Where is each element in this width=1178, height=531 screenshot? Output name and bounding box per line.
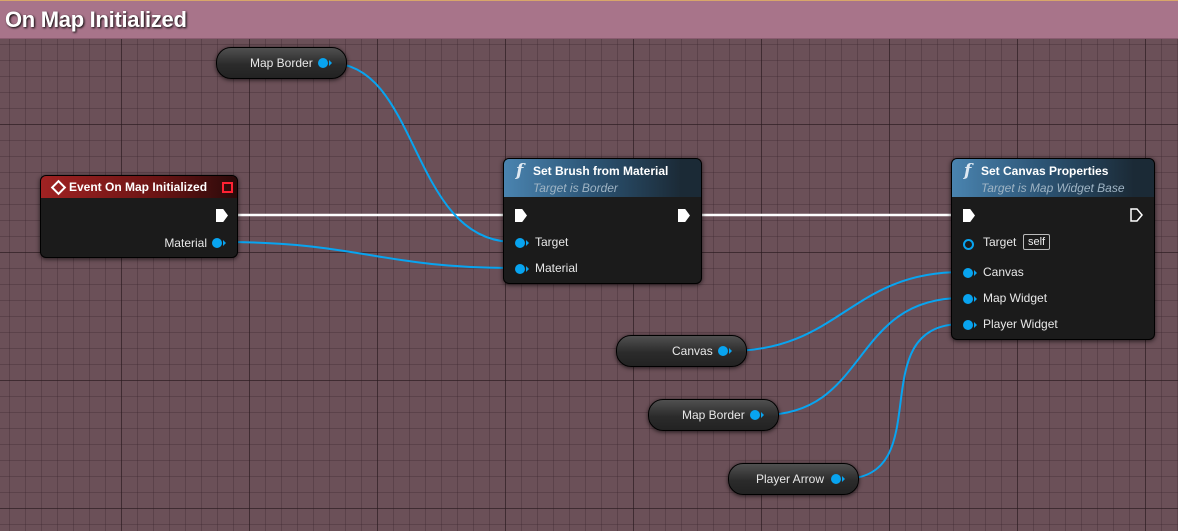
player-arrow-variable-node[interactable]: Player Arrow [728,463,859,495]
wire-mapborder-to-mapwidget[interactable] [761,297,963,416]
pin-arrow-icon [729,348,732,354]
pin-arrow-icon [842,476,845,482]
exec-in-pin[interactable] [963,209,975,222]
pin-arrow-icon [974,296,977,302]
exec-out-pin[interactable] [216,209,228,222]
function-icon: f [516,161,524,181]
canvas-pin-label: Canvas [983,265,1024,279]
material-pin-label: Material [164,236,207,250]
target-pin-label: Target [983,235,1017,249]
wire-playerarrow-to-playerwidget[interactable] [842,323,963,480]
exec-in-pin[interactable] [515,209,527,222]
material-pin-label: Material [535,261,578,275]
variable-out-pin[interactable] [750,410,760,420]
pin-arrow-icon [974,322,977,328]
wire-material-to-material[interactable] [221,241,515,269]
pin-arrow-icon [223,240,226,246]
pin-arrow-icon [329,60,332,66]
set-canvas-node[interactable]: f Set Canvas Properties Target is Map Wi… [951,158,1155,340]
map-widget-in-pin[interactable] [963,294,973,304]
player-widget-in-pin[interactable] [963,320,973,330]
pin-arrow-icon [526,240,529,246]
target-pin-label: Target [535,235,569,249]
set-brush-node-title: Set Brush from Material [533,164,669,178]
variable-out-pin[interactable] [831,474,841,484]
event-node-title: Event On Map Initialized [69,180,208,194]
variable-label: Canvas [672,344,713,358]
function-icon: f [964,161,972,181]
player-widget-pin-label: Player Widget [983,317,1058,331]
target-default-value[interactable]: self [1023,234,1051,250]
set-brush-node[interactable]: f Set Brush from Material Target is Bord… [503,158,702,284]
variable-out-pin[interactable] [718,346,728,356]
material-out-pin[interactable] [212,238,222,248]
exec-out-pin[interactable] [1130,208,1143,222]
pin-arrow-icon [761,412,764,418]
canvas-in-pin[interactable] [963,268,973,278]
set-brush-node-subtitle: Target is Border [533,181,618,195]
set-canvas-node-subtitle: Target is Map Widget Base [981,181,1125,195]
map-border-variable-node-2[interactable]: Map Border [648,399,779,431]
canvas-variable-node[interactable]: Canvas [616,335,747,367]
variable-label: Map Border [682,408,745,422]
variable-label: Player Arrow [756,472,825,486]
set-canvas-node-title: Set Canvas Properties [981,164,1109,178]
target-in-pin[interactable] [963,239,974,250]
pin-arrow-icon [974,270,977,276]
material-in-pin[interactable] [515,264,525,274]
target-in-pin[interactable] [515,238,525,248]
map-widget-pin-label: Map Widget [983,291,1048,305]
wire-canvas-to-canvas[interactable] [728,271,963,352]
pin-arrow-icon [526,266,529,272]
map-border-variable-node[interactable]: Map Border [216,47,347,79]
variable-out-pin[interactable] [318,58,328,68]
variable-label: Map Border [250,56,313,70]
delegate-pin-icon[interactable] [222,182,233,193]
event-node[interactable]: Event On Map Initialized Material [40,175,238,258]
exec-out-pin[interactable] [678,209,690,222]
